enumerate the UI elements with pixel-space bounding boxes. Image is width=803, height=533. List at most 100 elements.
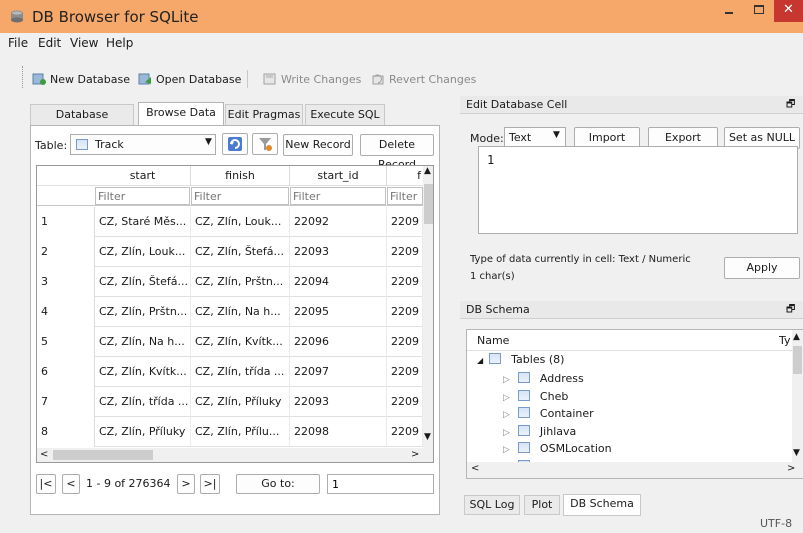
schema-table-item[interactable]: ▷ Jihlava bbox=[503, 424, 576, 440]
minimize-button[interactable] bbox=[714, 0, 744, 22]
new-database-button[interactable]: New Database bbox=[32, 70, 130, 88]
cell-finish[interactable]: CZ, Zlín, Prštn... bbox=[191, 267, 290, 297]
cell-finish[interactable]: CZ, Zlín, Přílu... bbox=[191, 417, 290, 447]
cell-start[interactable]: CZ, Zlín, Prštn... bbox=[95, 297, 191, 327]
cell-finish[interactable]: CZ, Zlín, Kvítk... bbox=[191, 327, 290, 357]
row-number[interactable]: 6 bbox=[37, 357, 95, 387]
cell-finish[interactable]: CZ, Zlín, Příluky bbox=[191, 387, 290, 417]
open-database-button[interactable]: Open Database bbox=[138, 70, 241, 88]
cell-start[interactable]: CZ, Zlín, Louk... bbox=[95, 237, 191, 267]
cell-start-id[interactable]: 22098 bbox=[290, 417, 387, 447]
cell-f[interactable]: 2209 bbox=[387, 237, 423, 267]
row-number[interactable]: 5 bbox=[37, 327, 95, 357]
first-page-button[interactable]: |< bbox=[36, 474, 56, 494]
close-button[interactable]: ✕ bbox=[774, 0, 803, 22]
cell-start-id[interactable]: 22095 bbox=[290, 297, 387, 327]
tree-node-tables[interactable]: ◢ Tables (8) bbox=[477, 352, 564, 368]
row-number[interactable]: 4 bbox=[37, 297, 95, 327]
scrollbar-thumb[interactable] bbox=[793, 346, 802, 374]
tab-browse-data[interactable]: Browse Data bbox=[138, 102, 224, 126]
row-number[interactable]: 2 bbox=[37, 237, 95, 267]
cell-f[interactable]: 2209 bbox=[387, 357, 423, 387]
table-row[interactable]: 5 CZ, Zlín, Na h... CZ, Zlín, Kvítk... 2209… bbox=[37, 327, 423, 357]
dock-float-icon[interactable]: 🗗 bbox=[786, 302, 795, 319]
hscroll-thumb[interactable] bbox=[53, 450, 153, 460]
tab-edit-pragmas[interactable]: Edit Pragmas bbox=[225, 104, 303, 126]
next-page-button[interactable]: > bbox=[177, 474, 195, 494]
cell-start-id[interactable]: 22096 bbox=[290, 327, 387, 357]
schema-horizontal-scrollbar[interactable]: < > bbox=[467, 462, 803, 478]
scrollbar-thumb[interactable] bbox=[424, 184, 433, 224]
dock-float-icon[interactable]: 🗗 bbox=[786, 97, 795, 114]
row-number[interactable]: 7 bbox=[37, 387, 95, 417]
schema-vertical-scrollbar[interactable]: ▲ ▼ bbox=[792, 330, 803, 462]
mode-select[interactable]: Text ▼ bbox=[504, 127, 566, 147]
cell-start-id[interactable]: 22094 bbox=[290, 267, 387, 297]
table-row[interactable]: 1 CZ, Staré Měs... CZ, Zlín, Louk... 22092 2… bbox=[37, 207, 423, 237]
table-row[interactable]: 6 CZ, Zlín, Kvítk... CZ, Zlín, třída ... 22… bbox=[37, 357, 423, 387]
delete-record-button[interactable]: Delete Record bbox=[360, 134, 434, 171]
expand-arrow-icon[interactable]: ▷ bbox=[503, 410, 510, 420]
filter-input-start[interactable] bbox=[95, 187, 190, 205]
schema-table-item[interactable]: ▷ Cheb bbox=[503, 389, 568, 405]
table-row[interactable]: 4 CZ, Zlín, Prštn... CZ, Zlín, Na h... 2209… bbox=[37, 297, 423, 327]
expand-arrow-icon[interactable]: ▷ bbox=[503, 445, 510, 455]
cell-f[interactable]: 2209 bbox=[387, 207, 423, 237]
filter-input-finish[interactable] bbox=[191, 187, 289, 205]
expand-arrow-icon[interactable]: ▷ bbox=[503, 428, 510, 438]
menu-help[interactable]: Help bbox=[106, 36, 133, 50]
menu-view[interactable]: View bbox=[70, 36, 98, 50]
column-header-finish[interactable]: finish bbox=[191, 166, 290, 186]
cell-start[interactable]: CZ, Staré Měs... bbox=[95, 207, 191, 237]
cell-start[interactable]: CZ, Zlín, Štefá... bbox=[95, 267, 191, 297]
cell-f[interactable]: 2209 bbox=[387, 297, 423, 327]
cell-start-id[interactable]: 22093 bbox=[290, 237, 387, 267]
column-header-start-id[interactable]: start_id bbox=[290, 166, 387, 186]
table-row[interactable]: 3 CZ, Zlín, Štefá... CZ, Zlín, Prštn... 220… bbox=[37, 267, 423, 297]
goto-input[interactable] bbox=[327, 474, 434, 494]
cell-finish[interactable]: CZ, Zlín, Louk... bbox=[191, 207, 290, 237]
vertical-scrollbar[interactable]: ▲ ▼ bbox=[423, 166, 433, 448]
schema-column-type[interactable]: Ty bbox=[779, 333, 791, 349]
write-changes-button[interactable]: Write Changes bbox=[263, 70, 361, 88]
cell-start-id[interactable]: 22093 bbox=[290, 387, 387, 417]
row-number[interactable]: 3 bbox=[37, 267, 95, 297]
table-row[interactable]: 8 CZ, Zlín, Příluky CZ, Zlín, Přílu... 2209… bbox=[37, 417, 423, 447]
expand-arrow-icon[interactable]: ▷ bbox=[503, 393, 510, 403]
filter-input-f[interactable] bbox=[387, 187, 423, 205]
apply-button[interactable]: Apply bbox=[724, 257, 800, 279]
prev-page-button[interactable]: < bbox=[62, 474, 80, 494]
cell-f[interactable]: 2209 bbox=[387, 387, 423, 417]
cell-finish[interactable]: CZ, Zlín, třída ... bbox=[191, 357, 290, 387]
expand-arrow-icon[interactable]: ▷ bbox=[503, 375, 510, 385]
tab-execute-sql[interactable]: Execute SQL bbox=[305, 104, 385, 126]
new-record-button[interactable]: New Record bbox=[283, 134, 353, 156]
cell-start[interactable]: CZ, Zlín, třída ... bbox=[95, 387, 191, 417]
table-select[interactable]: Track ▼ bbox=[70, 134, 216, 155]
row-number[interactable]: 8 bbox=[37, 417, 95, 447]
horizontal-scrollbar[interactable]: < > bbox=[37, 448, 433, 462]
cell-finish[interactable]: CZ, Zlín, Na h... bbox=[191, 297, 290, 327]
cell-start[interactable]: CZ, Zlín, Příluky bbox=[95, 417, 191, 447]
maximize-button[interactable] bbox=[744, 0, 774, 22]
clear-filters-button[interactable] bbox=[252, 133, 278, 155]
row-number[interactable]: 1 bbox=[37, 207, 95, 237]
cell-f[interactable]: 2209 bbox=[387, 417, 423, 447]
cell-finish[interactable]: CZ, Zlín, Štefá... bbox=[191, 237, 290, 267]
schema-table-item[interactable]: ▷ OSMLocation bbox=[503, 441, 612, 457]
schema-column-name[interactable]: Name bbox=[477, 333, 509, 349]
menu-file[interactable]: File bbox=[8, 36, 28, 50]
refresh-button[interactable] bbox=[222, 133, 248, 155]
table-row[interactable]: 2 CZ, Zlín, Louk... CZ, Zlín, Štefá... 2209… bbox=[37, 237, 423, 267]
tab-plot[interactable]: Plot bbox=[524, 495, 560, 515]
revert-changes-button[interactable]: Revert Changes bbox=[371, 70, 476, 88]
last-page-button[interactable]: >| bbox=[200, 474, 220, 494]
menu-edit[interactable]: Edit bbox=[38, 36, 61, 50]
column-header-f[interactable]: f bbox=[387, 166, 423, 186]
column-header-start[interactable]: start bbox=[95, 166, 191, 186]
schema-table-item[interactable]: ▷ Address bbox=[503, 371, 584, 387]
schema-table-item[interactable]: ▷ Container bbox=[503, 406, 594, 422]
tab-sql-log[interactable]: SQL Log bbox=[464, 495, 520, 515]
cell-start-id[interactable]: 22097 bbox=[290, 357, 387, 387]
cell-f[interactable]: 2209 bbox=[387, 267, 423, 297]
